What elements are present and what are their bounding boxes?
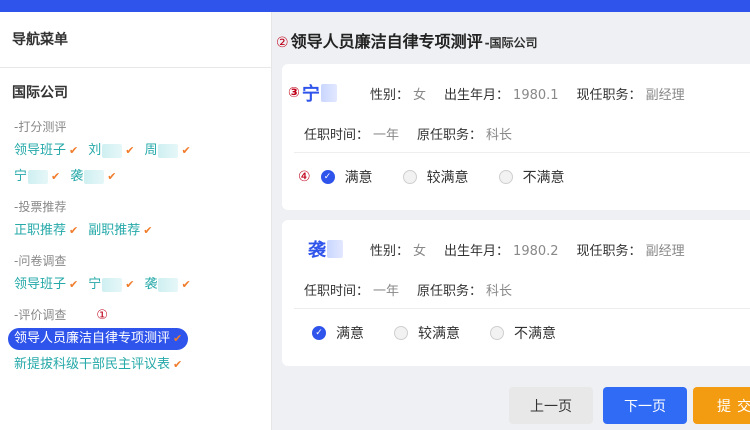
sidebar-link-deputy-recommend[interactable]: 副职推荐 ✔ — [88, 220, 152, 242]
gender-field: 性别：女 — [370, 87, 427, 103]
radio-unchecked-icon[interactable] — [498, 170, 513, 184]
check-icon: ✔ — [181, 278, 191, 291]
post-field: 现任职务： 副经理 — [576, 87, 685, 103]
check-icon: ✔ — [125, 278, 135, 291]
orig-post-field: 原任职务： 科长 — [417, 284, 513, 299]
group-title: -问卷调查 — [14, 254, 67, 268]
group-voting: -投票推荐 正职推荐 ✔ 副职推荐 ✔ — [0, 198, 271, 242]
sidebar-link-survey-ning[interactable]: 宁 ✔ — [88, 274, 134, 296]
check-icon: ✔ — [173, 358, 183, 371]
radio-fairly-satisfied[interactable]: 较满意 — [402, 167, 469, 187]
check-icon: ✔ — [107, 170, 117, 183]
sidebar-link-person-liu[interactable]: 刘 ✔ — [88, 140, 134, 162]
birth-field: 出生年月： 1980.2 — [444, 243, 559, 259]
redacted-mark — [327, 240, 343, 258]
main-panel: ② 领导人员廉洁自律专项测评 -国际公司 ③ 宁 性别：女 出生年月： 1980.… — [272, 12, 750, 430]
radio-unchecked-icon[interactable] — [394, 326, 408, 340]
group-scoring: -打分测评 领导班子 ✔ 刘 ✔ 周 ✔ 宁 ✔ 袭 ✔ — [0, 118, 271, 188]
sidebar-link-new-cadre-review[interactable]: 新提拔科级干部民主评议表 ✔ — [14, 354, 182, 376]
group-title: -投票推荐 — [14, 200, 67, 214]
org-title: 国际公司 — [12, 85, 68, 101]
redacted-mark — [84, 170, 105, 184]
tenure-field: 任职时间： 一年 — [304, 284, 400, 299]
orig-post-field: 原任职务： 科长 — [417, 128, 513, 143]
check-icon: ✔ — [69, 224, 79, 237]
check-icon: ✔ — [51, 170, 61, 183]
tenure-field: 任职时间： 一年 — [304, 128, 400, 143]
radio-fairly-satisfied[interactable]: 较满意 — [394, 323, 460, 343]
group-questionnaire: -问卷调查 领导班子 ✔ 宁 ✔ 袭 ✔ — [0, 252, 271, 296]
sidebar-link-survey-xi[interactable]: 袭 ✔ — [144, 274, 191, 296]
sidebar-link-principal-recommend[interactable]: 正职推荐 ✔ — [14, 220, 78, 242]
redacted-mark — [158, 144, 179, 158]
redacted-mark — [102, 144, 123, 158]
top-accent-bar — [0, 0, 750, 12]
rating-group: ④ ✓ 满意 较满意 不满意 — [288, 167, 595, 187]
radio-unchecked-icon[interactable] — [402, 170, 417, 184]
sidebar-link-person-xi[interactable]: 袭 ✔ — [70, 166, 116, 188]
radio-checked-icon[interactable]: ✓ — [320, 170, 335, 184]
sidebar-link-person-ning[interactable]: 宁 ✔ — [14, 166, 60, 188]
person-card: 袭 性别：女 出生年月： 1980.2 现任职务： 副经理 任职时间： 一年 原任职务… — [282, 220, 750, 366]
next-page-button[interactable]: 下一页 — [603, 387, 687, 424]
check-icon: ✔ — [181, 144, 191, 157]
redacted-mark — [320, 84, 337, 102]
sidebar-title: 导航菜单 — [0, 12, 271, 68]
rating-group: ✓ 满意 较满意 不满意 — [312, 323, 586, 343]
radio-unsatisfied[interactable]: 不满意 — [490, 323, 556, 343]
redacted-mark — [158, 278, 179, 292]
post-field: 现任职务： 副经理 — [576, 243, 685, 259]
group-title: -打分测评 — [14, 120, 67, 134]
annotation-marker: ② — [276, 35, 289, 51]
radio-satisfied[interactable]: ✓ 满意 — [320, 167, 373, 187]
sidebar-link-person-zhou[interactable]: 周 ✔ — [144, 140, 191, 162]
person-name: 袭 — [308, 236, 370, 262]
annotation-marker: ③ — [288, 85, 300, 101]
sidebar: 导航菜单 国际公司 -打分测评 领导班子 ✔ 刘 ✔ 周 ✔ 宁 ✔ 袭 ✔ -投票推荐 … — [0, 12, 272, 430]
check-icon: ✔ — [143, 224, 153, 237]
person-card: ③ 宁 性别：女 出生年月： 1980.1 现任职务： 副经理 任职时间： 一年 原任… — [282, 64, 750, 210]
annotation-marker: ④ — [298, 169, 311, 185]
divider — [294, 152, 750, 153]
redacted-mark — [102, 278, 123, 292]
gender-field: 性别：女 — [370, 243, 427, 259]
check-icon: ✔ — [69, 278, 79, 291]
group-evaluation: -评价调查 ① 领导人员廉洁自律专项测评 ✔ 新提拔科级干部民主评议表 ✔ — [0, 306, 271, 376]
submit-button[interactable]: 提交 — [693, 387, 750, 424]
group-title: -评价调查 ① — [14, 308, 108, 323]
sidebar-link-leadership-survey[interactable]: 领导班子 ✔ — [14, 274, 78, 296]
prev-page-button[interactable]: 上一页 — [509, 387, 593, 424]
redacted-mark — [28, 170, 49, 184]
annotation-marker: ① — [96, 308, 108, 323]
birth-field: 出生年月： 1980.1 — [444, 87, 559, 103]
check-icon: ✔ — [173, 332, 183, 345]
check-icon: ✔ — [69, 144, 79, 157]
radio-unchecked-icon[interactable] — [490, 326, 504, 340]
check-icon: ✔ — [125, 144, 135, 157]
page-title: ② 领导人员廉洁自律专项测评 -国际公司 — [276, 32, 538, 51]
radio-satisfied[interactable]: ✓ 满意 — [312, 323, 364, 343]
sidebar-link-leadership[interactable]: 领导班子 ✔ — [14, 140, 78, 162]
radio-unsatisfied[interactable]: 不满意 — [498, 167, 565, 187]
person-name: ③ 宁 — [288, 80, 370, 106]
divider — [294, 308, 750, 309]
sidebar-link-integrity-eval[interactable]: 领导人员廉洁自律专项测评 ✔ — [8, 328, 189, 350]
radio-checked-icon[interactable]: ✓ — [312, 326, 326, 340]
